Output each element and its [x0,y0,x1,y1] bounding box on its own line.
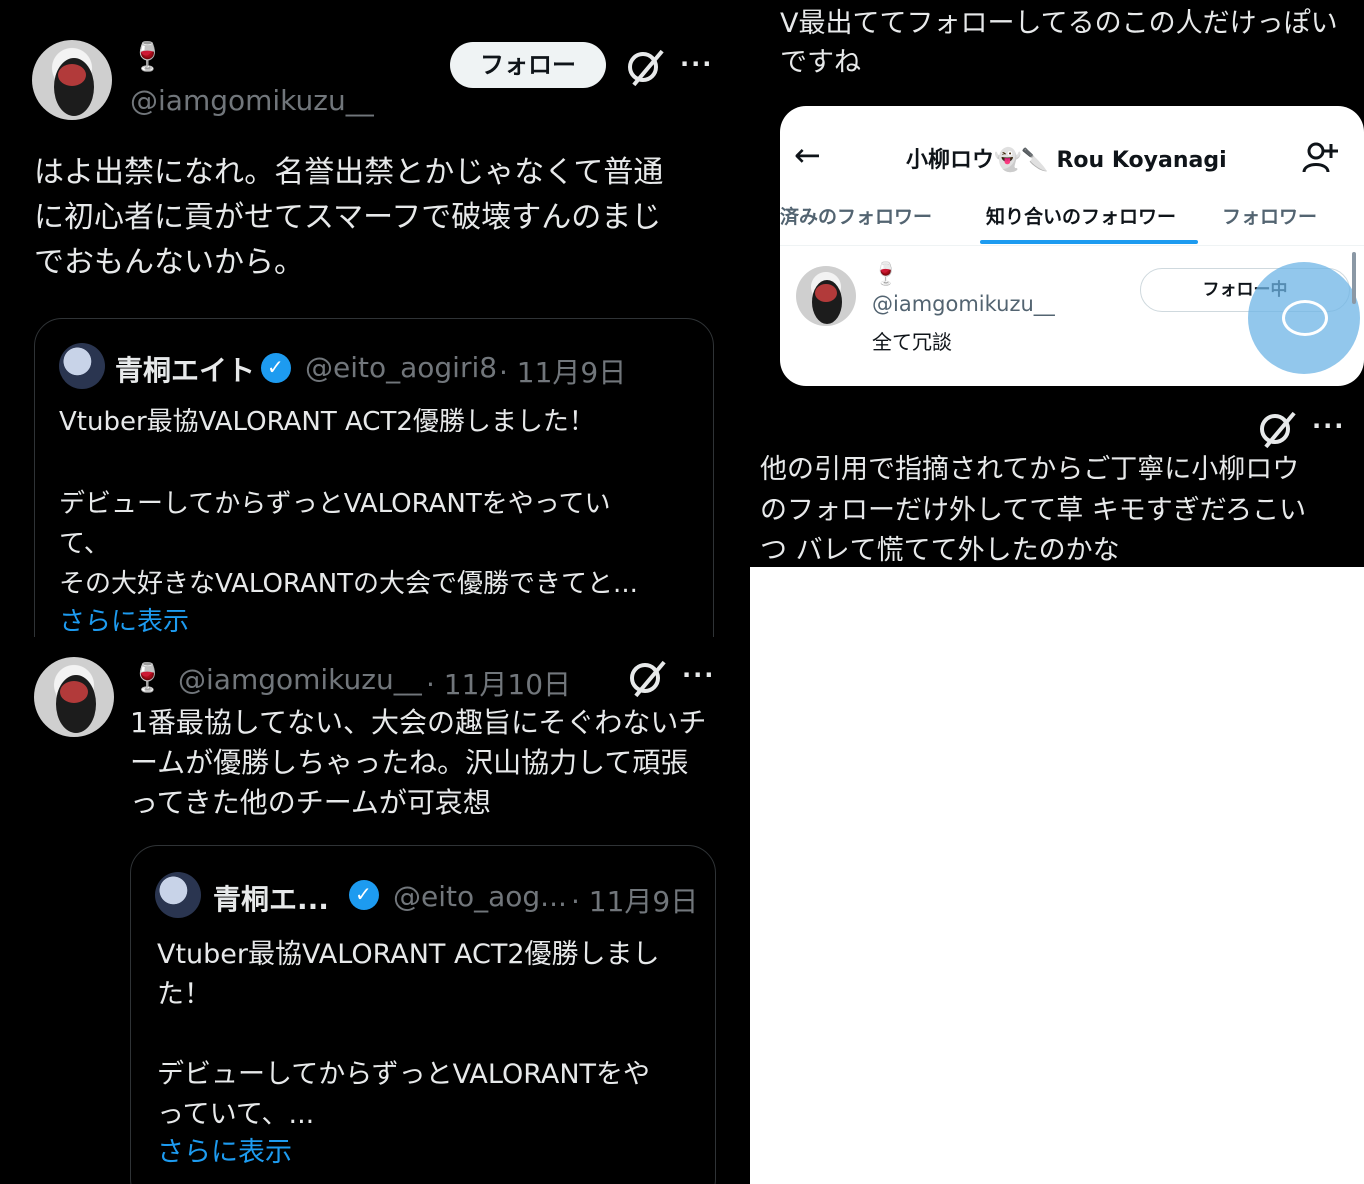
scrollbar[interactable] [1352,252,1356,304]
left-top-post: 🍷 @iamgomikuzu__ フォロー ··· はよ出禁になれ。名誉出禁とか… [0,0,750,637]
avatar[interactable] [32,40,112,120]
quote-display-name: 青桐エ... [213,883,329,916]
quote-line-1: Vtuber最協VALORANT ACT2優勝しました！ [59,407,595,437]
quote-line-3: て、 [59,529,110,559]
quote-line-3: デビューしてからずっとVALORANTをや [157,1059,651,1090]
quoted-post[interactable]: 青桐エ... @eito_aog... · 11月9日 Vtuber最協VALO… [130,845,716,1184]
quote-line-2: た！ [157,979,211,1010]
post-text: 1番最協してない、大会の趣旨にそぐわないチ ームが優勝しちゃったね。沢山協力して… [130,706,707,819]
quote-avatar [59,343,105,389]
right-panel: V最出ててフォローしてるのこの人だけっぽい ですね ← 小柳ロウ👻🔪 Rou K… [750,0,1364,567]
chat-bubble-icon[interactable] [1248,262,1360,374]
more-icon[interactable]: ··· [682,661,715,689]
quote-line-2: デビューしてからずっとVALORANTをやってい [59,489,611,519]
tab-divider [780,245,1364,246]
grok-icon[interactable] [628,52,658,82]
post-date: · 11月10日 [426,668,572,701]
tab-active-indicator [980,240,1198,244]
grok-icon[interactable] [1260,414,1290,444]
tab-known-followers[interactable]: 知り合いのフォロワー [986,202,1176,229]
wine-glass-icon: 🍷 [130,661,165,694]
followers-screenshot-card: ← 小柳ロウ👻🔪 Rou Koyanagi 済みのフォロワー 知り合いのフォロワ… [780,106,1364,386]
row-bio: 全て冗談 [872,330,952,354]
quote-line-4: その大好きなVALORANTの大会で優勝できてと... [59,569,638,599]
show-more-link[interactable]: さらに表示 [157,1130,292,1169]
avatar[interactable] [34,657,114,737]
username[interactable]: @iamgomikuzu__ [130,84,374,117]
quote-display-name: 青桐エイト [115,354,256,387]
show-more-link[interactable]: さらに表示 [59,601,189,637]
quote-handle: @eito_aog... [393,880,567,913]
more-icon[interactable]: ··· [680,50,713,78]
quote-handle: @eito_aogiri8 [305,351,498,384]
follow-button[interactable]: フォロー [450,42,606,88]
person-add-icon[interactable] [1302,140,1338,176]
profile-title: 小柳ロウ👻🔪 Rou Koyanagi [906,148,1227,173]
verified-badge-icon [261,353,291,383]
comment-text: 他の引用で指摘されてからご丁寧に小柳ロウ のフォローだけ外してて草 キモすぎだろ… [760,454,1307,566]
left-bottom-post: 🍷 @iamgomikuzu__ · 11月10日 ··· 1番最協してない、大… [0,637,750,1184]
quote-date: · 11月9日 [499,356,627,389]
quoted-post[interactable]: 青桐エイト @eito_aogiri8 · 11月9日 Vtuber最協VALO… [34,318,714,637]
quote-line-1: Vtuber最協VALORANT ACT2優勝しまし [157,939,660,970]
tab-followers[interactable]: フォロワー [1222,202,1317,229]
more-icon[interactable]: ··· [1312,412,1345,440]
tab-followers-you-follow[interactable]: 済みのフォロワー [780,202,932,229]
quote-line-4: っていて、... [157,1099,315,1130]
row-username[interactable]: @iamgomikuzu__ [872,292,1055,316]
row-avatar[interactable] [796,266,856,326]
row-wine-glass-icon: 🍷 [872,262,900,287]
username[interactable]: @iamgomikuzu__ [178,663,422,696]
back-arrow-icon[interactable]: ← [794,136,821,174]
grok-icon[interactable] [630,663,660,693]
quote-avatar [155,872,201,918]
wine-glass-icon: 🍷 [130,40,165,73]
ghost-knife-emoji: 👻🔪 [994,148,1049,173]
post-text: はよ出禁になれ。名誉出禁とかじゃなくて普通 に初心者に貢がせてスマーフで破壊すん… [34,155,664,280]
verified-badge-icon [349,880,379,910]
quote-date: · 11月9日 [571,885,699,918]
intro-text: V最出ててフォローしてるのこの人だけっぽい ですね [780,8,1338,79]
